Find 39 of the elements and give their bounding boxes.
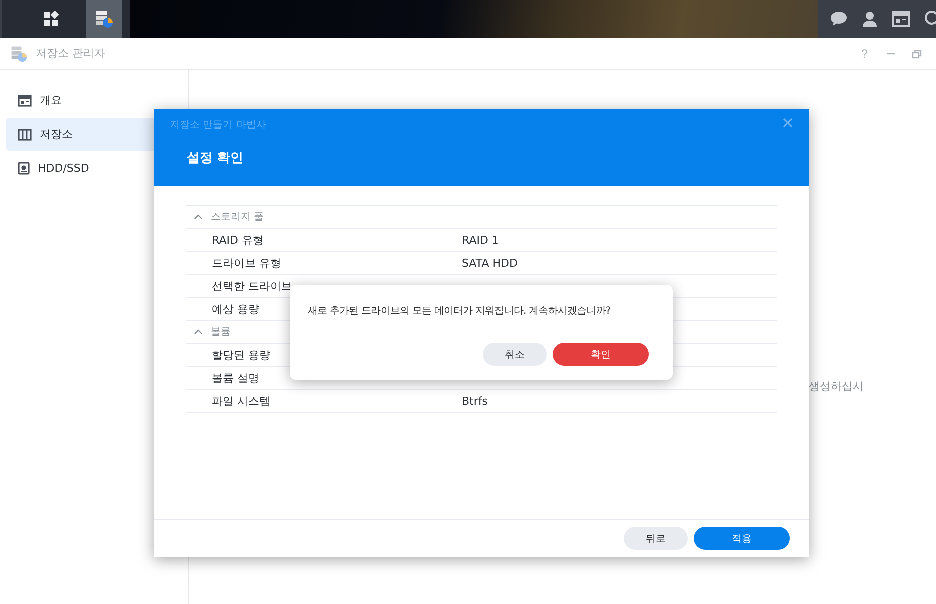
user-icon	[862, 11, 878, 27]
chevron-icon	[194, 214, 203, 220]
storage-icon	[18, 128, 32, 140]
tray-button[interactable]	[892, 11, 910, 27]
widgets-icon	[892, 11, 910, 27]
search-icon	[924, 11, 936, 27]
field-value: RAID 1	[462, 234, 499, 246]
tray-button[interactable]	[862, 11, 878, 27]
overview-icon	[18, 94, 32, 106]
field-value: Btrfs	[462, 394, 488, 408]
field-value: SATA HDD	[462, 256, 518, 270]
chat-icon	[830, 11, 848, 27]
tray-button[interactable]	[830, 11, 848, 27]
cancel-button[interactable]: 취소	[483, 343, 547, 366]
chevron-icon	[194, 329, 203, 335]
field-label: RAID 유형	[212, 232, 264, 248]
close-icon	[783, 118, 793, 128]
partial-text: 생성하십시	[809, 379, 864, 394]
field-label: 볼륨 설명	[212, 370, 260, 386]
drive-icon	[18, 162, 30, 175]
field-label: 파일 시스템	[212, 394, 270, 408]
field-label: 할당된 용량	[212, 348, 270, 362]
window-title: 저장소 관리자	[36, 46, 106, 61]
grid-icon	[43, 11, 59, 27]
field-label: 예상 용량	[212, 302, 260, 316]
taskbar-button[interactable]	[86, 0, 122, 38]
dialog-heading: 설정 확인	[187, 150, 244, 167]
field-label: 드라이브 유형	[212, 256, 282, 270]
apply-button[interactable]: 적용	[694, 527, 790, 550]
confirm-message: 새로 추가된 드라이브의 모든 데이터가 지워집니다. 계속하시겠습니까?	[308, 305, 611, 318]
storage-app-icon	[10, 44, 28, 62]
restore-icon	[912, 48, 922, 58]
tray-button[interactable]	[924, 11, 936, 27]
field-label: 선택한 드라이브	[212, 278, 292, 294]
back-button[interactable]: 뒤로	[624, 527, 688, 550]
storage-app-icon	[94, 9, 114, 29]
sidebar-item[interactable]: HDD/SSD	[6, 152, 182, 185]
confirm-button[interactable]: 확인	[553, 343, 649, 366]
sidebar-item[interactable]: 개요	[6, 84, 182, 117]
